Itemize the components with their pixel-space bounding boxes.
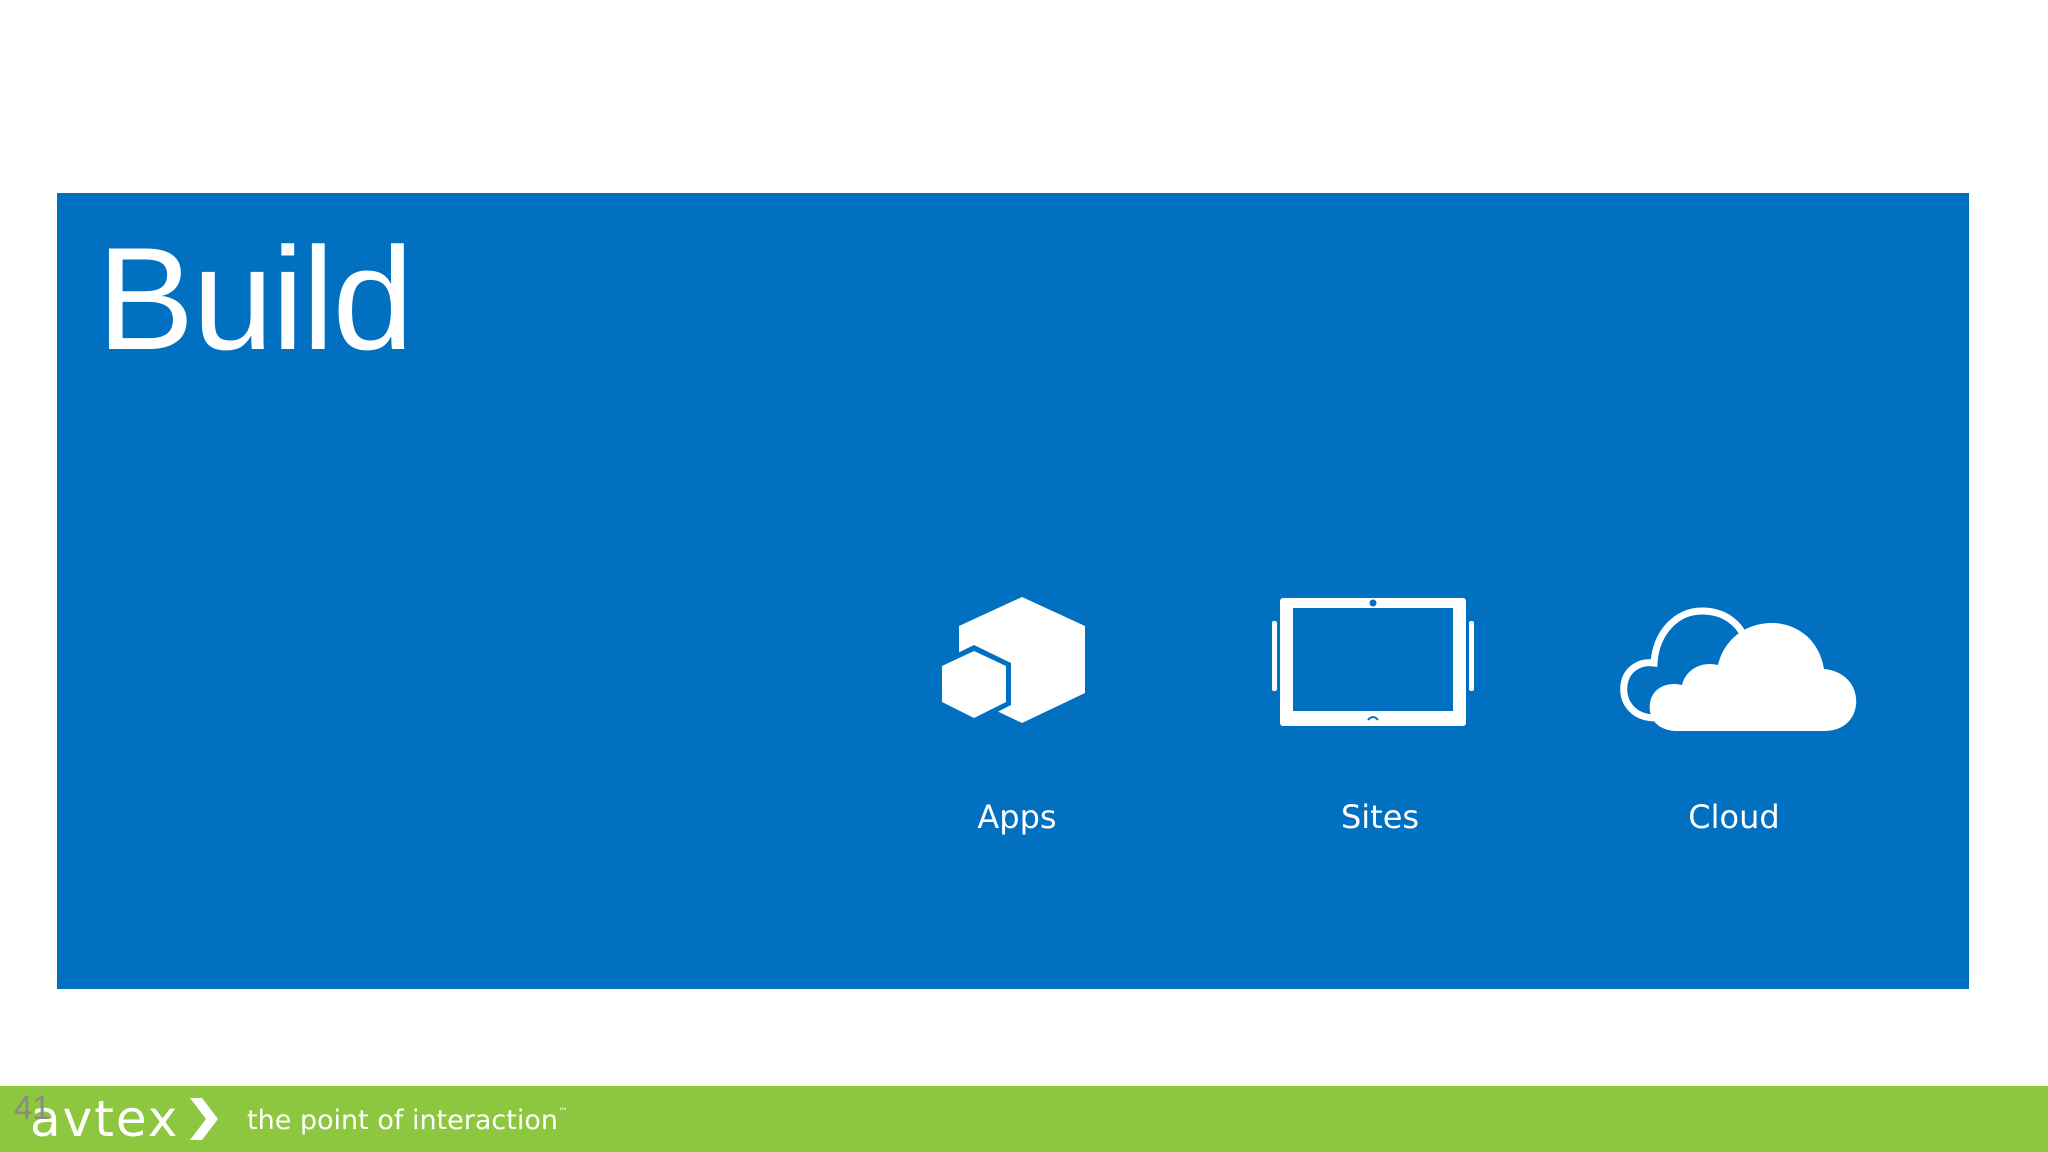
- tagline-text: the point of interaction: [247, 1105, 558, 1136]
- slide-title: Build: [97, 217, 414, 380]
- chevron-right-icon: [190, 1098, 218, 1140]
- slide: Build Apps Sites Cloud avtex the point o…: [0, 0, 2048, 1152]
- footer-bar: avtex the point of interaction™: [0, 1086, 2048, 1152]
- blue-panel: Build Apps Sites Cloud: [57, 193, 1969, 989]
- hexagon-apps-icon: [937, 597, 1085, 724]
- sites-label: Sites: [1340, 798, 1420, 836]
- avtex-logo: avtex: [30, 1090, 180, 1148]
- trademark: ™: [557, 1107, 568, 1118]
- cloud-icon: [1620, 607, 1857, 731]
- page-number: 41: [14, 1089, 51, 1126]
- apps-label: Apps: [977, 798, 1057, 836]
- tablet-icon: [1272, 598, 1474, 726]
- cloud-label: Cloud: [1688, 798, 1780, 836]
- tagline: the point of interaction™: [247, 1086, 568, 1152]
